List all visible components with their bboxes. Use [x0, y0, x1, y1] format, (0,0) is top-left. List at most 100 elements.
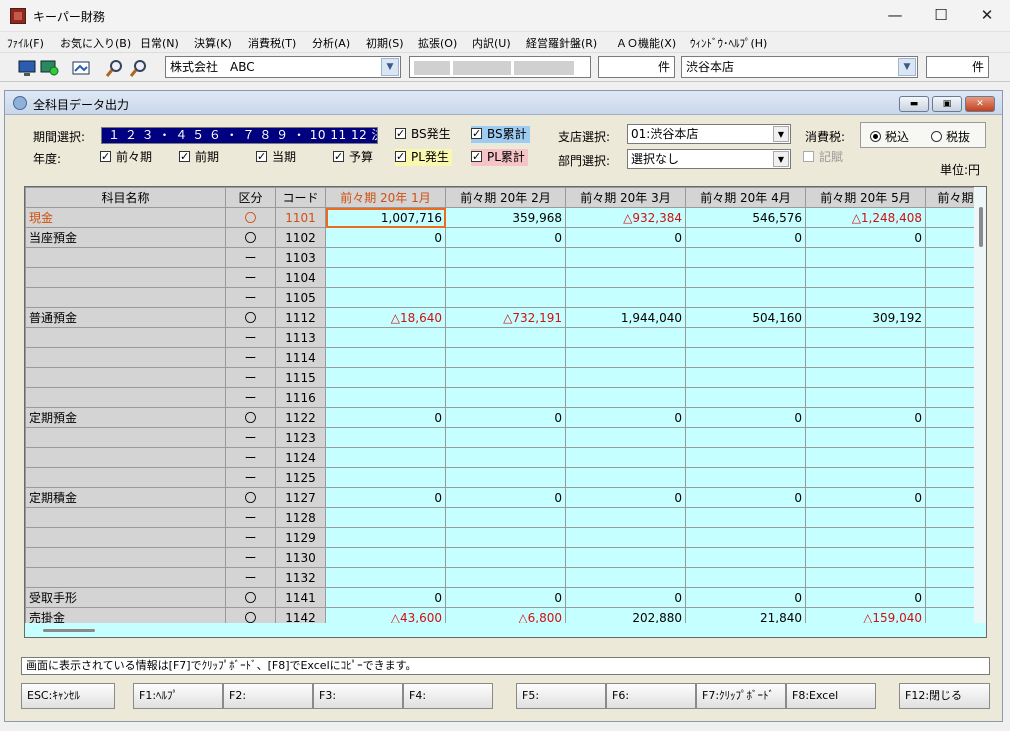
zoom-in-icon[interactable] — [104, 57, 126, 79]
cell-value[interactable] — [685, 387, 806, 408]
cell-value[interactable] — [685, 367, 806, 388]
cell-value[interactable] — [805, 567, 926, 588]
cell-value[interactable] — [325, 427, 446, 448]
f7-clipboard-button[interactable]: F7:ｸﾘｯﾌﾟﾎﾞｰﾄﾞ — [696, 683, 786, 709]
cell-account-name[interactable]: 定期積金 — [25, 487, 226, 508]
cell-value[interactable] — [565, 287, 686, 308]
cell-account-name[interactable] — [25, 527, 226, 548]
cell-value[interactable] — [685, 427, 806, 448]
cell-value[interactable]: 0 — [805, 407, 926, 428]
table-row[interactable]: ー 1130 — [25, 547, 986, 568]
close-button[interactable]: ✕ — [964, 0, 1010, 32]
cell-value[interactable] — [325, 547, 446, 568]
cell-value[interactable] — [685, 447, 806, 468]
table-row[interactable]: ー 1103 — [25, 247, 986, 268]
cell-value[interactable] — [565, 247, 686, 268]
cell-value[interactable]: 0 — [565, 407, 686, 428]
cell-account-name[interactable] — [25, 367, 226, 388]
tax-incl-radio[interactable]: 税込 — [870, 128, 909, 145]
table-row[interactable]: ー 1104 — [25, 267, 986, 288]
cell-value[interactable] — [445, 527, 566, 548]
cell-value[interactable] — [325, 247, 446, 268]
branch-select[interactable]: 渋谷本店 ▼ — [681, 56, 918, 78]
cell-value[interactable] — [565, 327, 686, 348]
cell-account-name[interactable] — [25, 447, 226, 468]
header-account-name[interactable]: 科目名称 — [25, 187, 226, 208]
cell-value[interactable] — [565, 507, 686, 528]
cell-kubun[interactable]: ー — [225, 367, 276, 388]
cell-value[interactable] — [445, 507, 566, 528]
f5-button[interactable]: F5: — [516, 683, 606, 709]
company-select[interactable]: 株式会社 ABC ▼ — [165, 56, 401, 78]
period-selector[interactable]: １ ２ ３ ・ ４ ５ ６ ・ ７ ８ ９ ・ 10 11 12 決 — [101, 127, 378, 144]
cell-account-name[interactable] — [25, 467, 226, 488]
table-row[interactable]: 定期預金〇 1122 0 0 0 0 0 — [25, 407, 986, 428]
cell-code[interactable]: 1125 — [275, 467, 326, 488]
cell-kubun[interactable]: ー — [225, 427, 276, 448]
cell-kubun[interactable]: ー — [225, 567, 276, 588]
chevron-down-icon[interactable]: ▼ — [898, 58, 916, 76]
chevron-down-icon[interactable]: ▼ — [381, 58, 399, 76]
cell-value[interactable]: 0 — [565, 487, 686, 508]
cell-value[interactable] — [685, 267, 806, 288]
cell-value[interactable] — [805, 427, 926, 448]
cell-account-name[interactable] — [25, 247, 226, 268]
cell-kubun[interactable]: 〇 — [225, 587, 276, 608]
cell-account-name[interactable]: 普通預金 — [25, 307, 226, 328]
cell-value[interactable]: 0 — [325, 487, 446, 508]
cell-value[interactable]: 0 — [325, 587, 446, 608]
header-code[interactable]: コード — [275, 187, 326, 208]
header-period-2[interactable]: 前々期 20年 2月 — [445, 187, 566, 208]
cell-code[interactable]: 1132 — [275, 567, 326, 588]
subwindow-minimize-button[interactable]: ▬ — [899, 96, 929, 112]
cell-account-name[interactable] — [25, 287, 226, 308]
cell-value[interactable]: 0 — [565, 227, 686, 248]
cell-value[interactable] — [805, 467, 926, 488]
menu-initial[interactable]: 初期(S) — [366, 35, 404, 51]
cell-value[interactable]: 0 — [445, 407, 566, 428]
cell-value[interactable] — [325, 467, 446, 488]
cell-value[interactable] — [325, 287, 446, 308]
account-data-grid[interactable]: 科目名称 区分 コード 前々期 20年 1月 前々期 20年 2月 前々期 20… — [24, 186, 987, 638]
maximize-button[interactable]: ☐ — [918, 0, 964, 32]
pl-accum-checkbox[interactable]: PL累計 — [471, 148, 528, 166]
cell-account-name[interactable] — [25, 507, 226, 528]
cell-value[interactable] — [805, 367, 926, 388]
branch-dropdown[interactable]: 01:渋谷本店 ▼ — [627, 124, 791, 144]
cell-value[interactable]: 0 — [445, 487, 566, 508]
cell-code[interactable]: 1114 — [275, 347, 326, 368]
cell-value[interactable]: 0 — [685, 407, 806, 428]
cell-value[interactable] — [325, 387, 446, 408]
cell-kubun[interactable]: ー — [225, 447, 276, 468]
cell-account-name[interactable] — [25, 347, 226, 368]
cell-kubun[interactable]: ー — [225, 347, 276, 368]
cell-value[interactable]: 309,192 — [805, 307, 926, 328]
cell-account-name[interactable]: 現金 — [25, 207, 226, 228]
cell-kubun[interactable]: ー — [225, 247, 276, 268]
year-checkbox-current[interactable]: 当期 — [256, 148, 299, 166]
cell-value[interactable] — [805, 447, 926, 468]
cell-code[interactable]: 1105 — [275, 287, 326, 308]
cell-value[interactable]: 359,968 — [445, 207, 566, 228]
minimize-button[interactable]: — — [872, 0, 918, 32]
header-period-3[interactable]: 前々期 20年 3月 — [565, 187, 686, 208]
f12-close-button[interactable]: F12:閉じる — [899, 683, 990, 709]
cell-value[interactable] — [325, 567, 446, 588]
cell-account-name[interactable]: 定期預金 — [25, 407, 226, 428]
cell-code[interactable]: 1141 — [275, 587, 326, 608]
cell-value[interactable] — [685, 287, 806, 308]
cell-kubun[interactable]: 〇 — [225, 407, 276, 428]
cell-value[interactable]: 0 — [685, 227, 806, 248]
cell-value[interactable] — [685, 527, 806, 548]
year-checkbox-prev2[interactable]: 前々期 — [100, 148, 155, 166]
table-row[interactable]: ー 1115 — [25, 367, 986, 388]
cell-value[interactable]: 0 — [445, 587, 566, 608]
cell-code[interactable]: 1115 — [275, 367, 326, 388]
tax-excl-radio[interactable]: 税抜 — [931, 128, 970, 145]
cell-account-name[interactable] — [25, 547, 226, 568]
menu-tax[interactable]: 消費税(T) — [248, 35, 296, 51]
cell-value[interactable] — [565, 387, 686, 408]
cell-value[interactable]: 1,944,040 — [565, 307, 686, 328]
cell-kubun[interactable]: ー — [225, 327, 276, 348]
header-period-1[interactable]: 前々期 20年 1月 — [325, 187, 446, 208]
